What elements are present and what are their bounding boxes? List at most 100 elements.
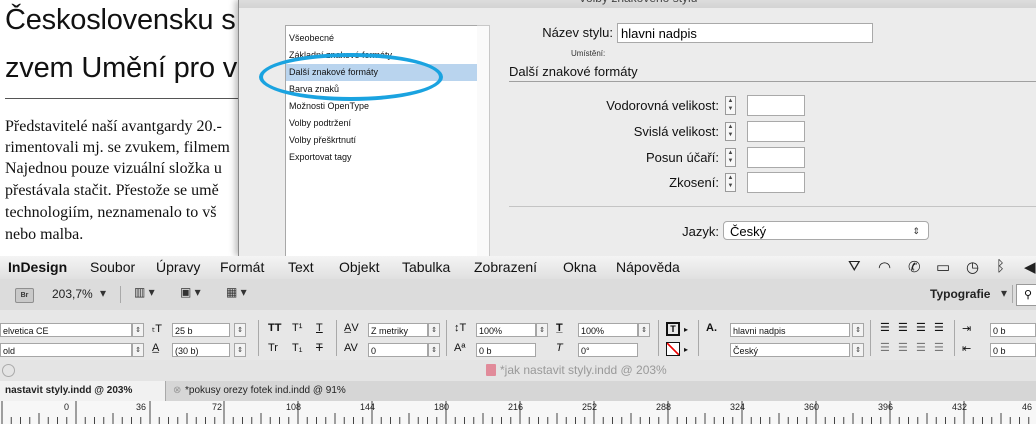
tab-jak-nastavit-styly[interactable]: nastavit styly.indd @ 203% (0, 381, 166, 401)
chevron-down-icon[interactable]: ▾ (100, 286, 106, 300)
leading-dropdown[interactable]: ⇕ (234, 343, 246, 357)
left-indent-field[interactable]: 0 b (990, 323, 1036, 337)
fill-color-swatch[interactable]: T (666, 322, 680, 336)
horizontal-scale-icon: T̲ (556, 322, 563, 334)
arrange-documents-icon[interactable]: ▦ ▾ (226, 285, 247, 299)
document-canvas[interactable]: Československu s zvem Umění pro v Předst… (0, 0, 260, 256)
first-line-indent-field[interactable]: 0 b (990, 343, 1036, 357)
vertical-scale-dropdown[interactable]: ⇕ (536, 323, 548, 337)
chevron-down-icon[interactable]: ▾ (1001, 286, 1007, 300)
strikethrough-button[interactable]: T (316, 342, 323, 354)
all-caps-button[interactable]: TT (268, 322, 281, 334)
phone-icon[interactable]: ✆ (908, 258, 921, 276)
horizontal-scale-input[interactable] (747, 95, 805, 116)
chevron-right-icon[interactable]: ▸ (684, 325, 688, 334)
category-scrollbar[interactable] (477, 25, 490, 258)
align-center-icon[interactable]: ☰ (898, 321, 908, 334)
ruler-label: 252 (582, 402, 598, 412)
tab-pokusy-orezy[interactable]: *pokusy orezy fotek ind.indd @ 91% (180, 381, 351, 401)
menu-soubor[interactable]: Soubor (90, 259, 135, 275)
document-body-line: přestávala stačit. Přestože se umě (5, 182, 219, 199)
language-dropdown[interactable]: ⇕ (852, 343, 864, 357)
font-size-dropdown[interactable]: ⇕ (234, 323, 246, 337)
category-item-strikethrough[interactable]: Volby přeškrtnutí (286, 132, 478, 149)
chevron-right-icon[interactable]: ▸ (684, 345, 688, 354)
skew-field[interactable]: 0° (578, 343, 638, 357)
menu-bar: InDesign Soubor Úpravy Formát Text Objek… (0, 256, 1036, 280)
horizontal-ruler[interactable]: 0 36 72 108 144 180 216 252 288 324 360 … (0, 401, 1036, 424)
menu-format[interactable]: Formát (220, 259, 264, 275)
style-name-input[interactable]: hlavni nadpis (617, 23, 873, 43)
menu-tabulka[interactable]: Tabulka (402, 259, 450, 275)
wifi-icon[interactable]: ◠ (878, 258, 891, 276)
justify-right-icon[interactable]: ☰ (916, 341, 926, 354)
font-size-field[interactable]: 25 b (172, 323, 230, 337)
tracking-icon: AV (344, 342, 358, 354)
screen-mode-icon[interactable]: ▣ ▾ (180, 285, 201, 299)
time-machine-icon[interactable]: ◷ (966, 258, 979, 276)
menu-napoveda[interactable]: Nápověda (616, 259, 680, 275)
workspace-switcher[interactable]: Typografie (930, 287, 990, 301)
align-right-icon[interactable]: ☰ (916, 321, 926, 334)
window-button[interactable] (2, 364, 15, 377)
skew-input[interactable] (747, 172, 805, 193)
zoom-level[interactable]: 203,7% (52, 287, 93, 301)
view-options-icon[interactable]: ▥ ▾ (134, 285, 155, 299)
tracking-field[interactable]: 0 (368, 343, 428, 357)
subscript-button[interactable]: T₁ (292, 342, 302, 354)
menu-text[interactable]: Text (288, 259, 314, 275)
justify-center-icon[interactable]: ☰ (898, 341, 908, 354)
baseline-shift-field[interactable]: 0 b (476, 343, 536, 357)
justify-all-icon[interactable]: ☰ (934, 341, 944, 354)
vertical-scale-input[interactable] (747, 121, 805, 142)
font-style-field[interactable]: old (0, 343, 132, 357)
display-icon[interactable]: ▭ (936, 258, 950, 276)
font-family-dropdown[interactable]: ⇕ (132, 323, 144, 337)
bridge-button[interactable]: Br (15, 288, 34, 303)
character-style-dropdown[interactable]: ⇕ (852, 323, 864, 337)
search-icon[interactable]: ⚲ (1016, 284, 1036, 306)
small-caps-button[interactable]: Tr (268, 342, 278, 354)
volume-icon[interactable]: ◀ (1024, 258, 1036, 276)
kerning-icon: A̲V (344, 322, 359, 334)
justify-left-icon[interactable]: ☰ (880, 341, 890, 354)
kerning-field[interactable]: Z metriky (368, 323, 428, 337)
baseline-shift-icon: Aª (454, 342, 466, 354)
align-towards-spine-icon[interactable]: ☰ (934, 321, 944, 334)
language-select[interactable]: Český ⇕ (723, 221, 929, 240)
category-item-general[interactable]: Všeobecné (286, 30, 478, 47)
bluetooth-icon[interactable]: ᛒ (996, 258, 1005, 275)
skew-stepper[interactable]: ▲ ▼ (725, 173, 736, 192)
vertical-scale-field[interactable]: 100% (476, 323, 536, 337)
font-style-dropdown[interactable]: ⇕ (132, 343, 144, 357)
document-body-line: nebo malba. (5, 226, 84, 243)
menu-app-indesign[interactable]: InDesign (8, 259, 67, 275)
align-left-icon[interactable]: ☰ (880, 321, 890, 334)
document-headline-line: Československu s (5, 4, 236, 36)
menu-upravy[interactable]: Úpravy (156, 259, 200, 275)
menu-objekt[interactable]: Objekt (339, 259, 379, 275)
horizontal-scale-stepper[interactable]: ▲ ▼ (725, 96, 736, 115)
leading-field[interactable]: (30 b) (172, 343, 230, 357)
category-item-export-tagging[interactable]: Exportovat tagy (286, 149, 478, 166)
underline-button[interactable]: T (316, 322, 323, 334)
vertical-scale-stepper[interactable]: ▲ ▼ (725, 122, 736, 141)
stroke-color-swatch[interactable] (666, 342, 680, 356)
horizontal-scale-field[interactable]: 100% (578, 323, 638, 337)
application-bar: Br 203,7% ▾ ▥ ▾ ▣ ▾ ▦ ▾ Typografie ▾ ⚲ (0, 279, 1036, 311)
category-item-opentype[interactable]: Možnosti OpenType (286, 98, 478, 115)
horizontal-scale-dropdown[interactable]: ⇕ (638, 323, 650, 337)
baseline-shift-stepper[interactable]: ▲ ▼ (725, 148, 736, 167)
tracking-dropdown[interactable]: ⇕ (428, 343, 440, 357)
character-style-field[interactable]: hlavni nadpis (730, 323, 850, 337)
language-field[interactable]: Český (730, 343, 850, 357)
menu-okna[interactable]: Okna (563, 259, 596, 275)
superscript-button[interactable]: T¹ (292, 322, 302, 334)
kerning-dropdown[interactable]: ⇕ (428, 323, 440, 337)
font-family-field[interactable]: elvetica CE (0, 323, 132, 337)
control-panel: elvetica CE ⇕ old ⇕ ₜT 25 b ⇕ A̲ (30 b) … (0, 310, 1036, 361)
baseline-shift-input[interactable] (747, 147, 805, 168)
menu-zobrazeni[interactable]: Zobrazení (474, 259, 537, 275)
category-item-underline[interactable]: Volby podtržení (286, 115, 478, 132)
adobe-icon[interactable]: ⛛ (848, 258, 861, 275)
